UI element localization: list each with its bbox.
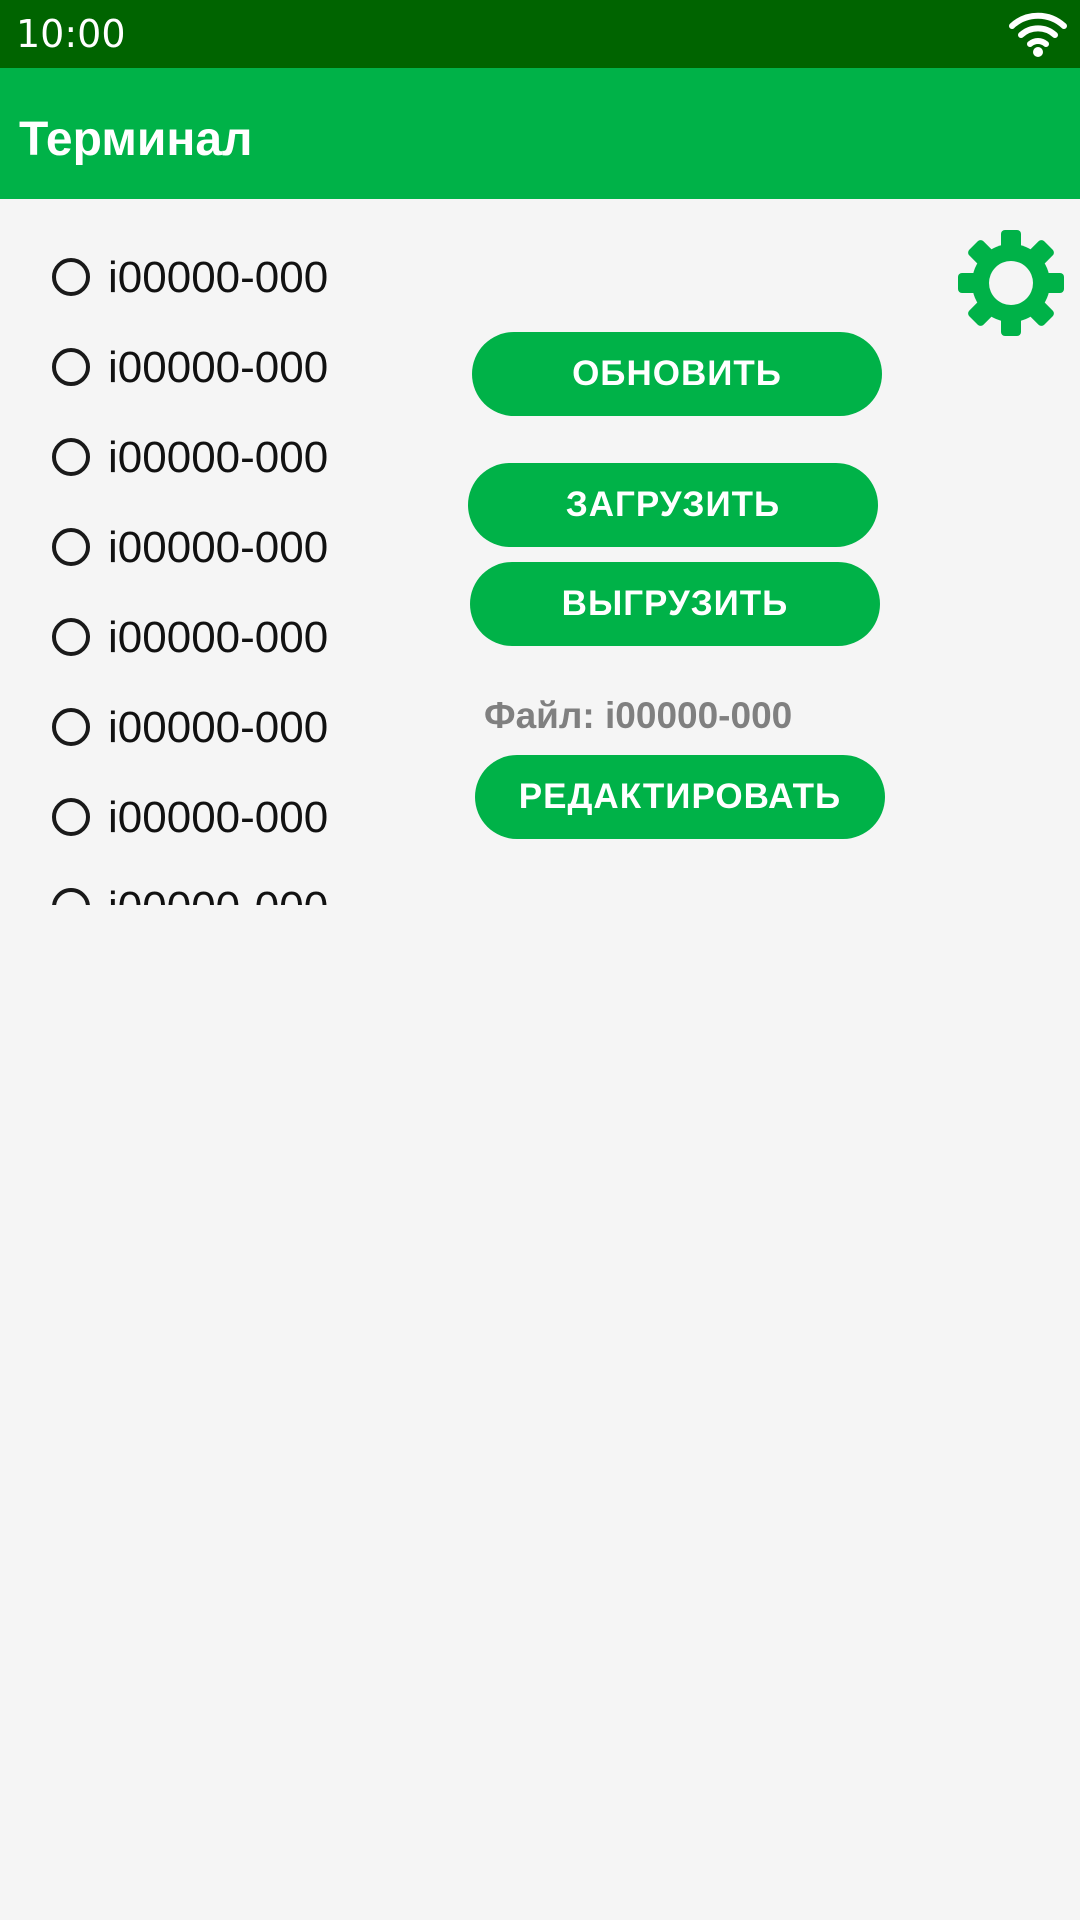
radio-button-icon[interactable] bbox=[52, 708, 90, 746]
radio-button-icon[interactable] bbox=[52, 528, 90, 566]
unload-button[interactable]: ВЫГРУЗИТЬ bbox=[470, 562, 880, 646]
load-button[interactable]: ЗАГРУЗИТЬ bbox=[468, 463, 878, 547]
radio-button-icon[interactable] bbox=[52, 798, 90, 836]
file-item[interactable]: i00000-000 bbox=[0, 865, 440, 905]
file-item[interactable]: i00000-000 bbox=[0, 325, 440, 415]
refresh-button[interactable]: ОБНОВИТЬ bbox=[472, 332, 882, 416]
file-item-label: i00000-000 bbox=[108, 793, 329, 842]
radio-button-icon[interactable] bbox=[52, 888, 90, 905]
file-item-label: i00000-000 bbox=[108, 433, 329, 482]
file-item-label: i00000-000 bbox=[108, 343, 329, 392]
file-item[interactable]: i00000-000 bbox=[0, 685, 440, 775]
file-list: i00000-000 i00000-000 i00000-000 i00000-… bbox=[0, 235, 440, 905]
file-item-label: i00000-000 bbox=[108, 703, 329, 752]
file-item[interactable]: i00000-000 bbox=[0, 775, 440, 865]
file-item[interactable]: i00000-000 bbox=[0, 505, 440, 595]
edit-button[interactable]: РЕДАКТИРОВАТЬ bbox=[475, 755, 885, 839]
app-bar: Терминал bbox=[0, 68, 1080, 199]
file-item-label: i00000-000 bbox=[108, 253, 329, 302]
status-bar: 10:00 bbox=[0, 0, 1080, 68]
radio-button-icon[interactable] bbox=[52, 258, 90, 296]
radio-button-icon[interactable] bbox=[52, 438, 90, 476]
radio-button-icon[interactable] bbox=[52, 348, 90, 386]
gear-icon[interactable] bbox=[958, 230, 1064, 336]
file-item-label: i00000-000 bbox=[108, 883, 328, 905]
file-item[interactable]: i00000-000 bbox=[0, 595, 440, 685]
file-item-label: i00000-000 bbox=[108, 613, 329, 662]
file-item[interactable]: i00000-000 bbox=[0, 235, 440, 325]
wifi-icon bbox=[1009, 12, 1067, 57]
file-item-label: i00000-000 bbox=[108, 523, 329, 572]
status-time: 10:00 bbox=[16, 12, 126, 56]
file-info-text: Файл: i00000-000 bbox=[484, 695, 793, 736]
app-title: Терминал bbox=[19, 113, 253, 166]
file-item[interactable]: i00000-000 bbox=[0, 415, 440, 505]
radio-button-icon[interactable] bbox=[52, 618, 90, 656]
